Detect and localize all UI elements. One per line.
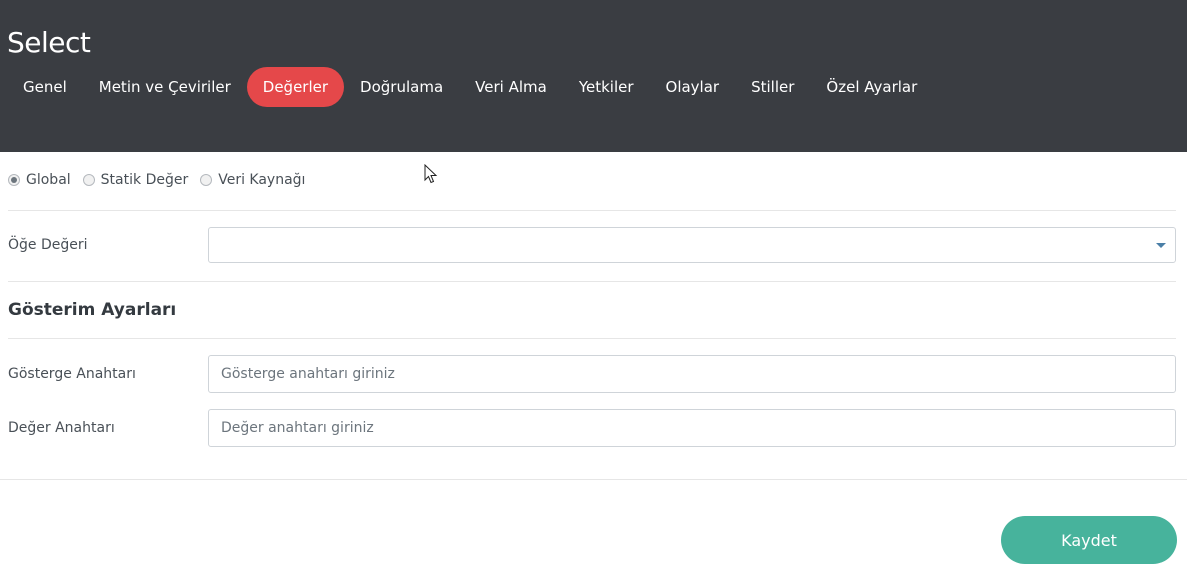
radio-label: Global <box>26 172 71 188</box>
item-value-select[interactable] <box>208 227 1176 263</box>
radio-label: Statik Değer <box>100 172 189 188</box>
value-key-label: Değer Anahtarı <box>8 420 115 436</box>
tab-dogrulama[interactable]: Doğrulama <box>344 67 459 107</box>
divider <box>8 338 1176 339</box>
value-key-input[interactable] <box>208 409 1176 447</box>
caret-down-icon <box>1156 243 1166 248</box>
radio-unchecked-icon[interactable] <box>200 174 213 186</box>
tab-olaylar[interactable]: Olaylar <box>650 67 736 107</box>
values-panel: Global Statik Değer Veri Kaynağı Öğe Değ… <box>0 152 1187 580</box>
source-radio-group: Global Statik Değer Veri Kaynağı <box>8 172 317 188</box>
tab-bar: Genel Metin ve Çeviriler Değerler Doğrul… <box>7 67 933 107</box>
divider <box>8 281 1176 282</box>
radio-unchecked-icon[interactable] <box>82 174 95 186</box>
section-title: Gösterim Ayarları <box>8 300 177 320</box>
divider <box>0 479 1187 480</box>
radio-veri-kaynagi[interactable]: Veri Kaynağı <box>200 172 305 188</box>
display-key-label: Gösterge Anahtarı <box>8 366 136 382</box>
tab-genel[interactable]: Genel <box>7 67 83 107</box>
page-title: Select <box>7 26 91 59</box>
mouse-pointer-icon <box>424 164 438 184</box>
radio-global[interactable]: Global <box>8 172 71 188</box>
tab-yetkiler[interactable]: Yetkiler <box>563 67 650 107</box>
tab-metin-ve-ceviriler[interactable]: Metin ve Çeviriler <box>83 67 247 107</box>
tab-veri-alma[interactable]: Veri Alma <box>459 67 563 107</box>
radio-checked-icon[interactable] <box>8 174 20 186</box>
radio-label: Veri Kaynağı <box>218 172 306 188</box>
divider <box>8 210 1176 211</box>
save-button[interactable]: Kaydet <box>1001 516 1177 564</box>
item-value-label: Öğe Değeri <box>8 237 88 253</box>
display-key-input[interactable] <box>208 355 1176 393</box>
radio-statik-deger[interactable]: Statik Değer <box>82 172 189 188</box>
tab-ozel-ayarlar[interactable]: Özel Ayarlar <box>810 67 933 107</box>
tab-stiller[interactable]: Stiller <box>735 67 810 107</box>
tab-degerler[interactable]: Değerler <box>246 67 345 107</box>
header: Select Genel Metin ve Çeviriler Değerler… <box>0 0 1187 152</box>
